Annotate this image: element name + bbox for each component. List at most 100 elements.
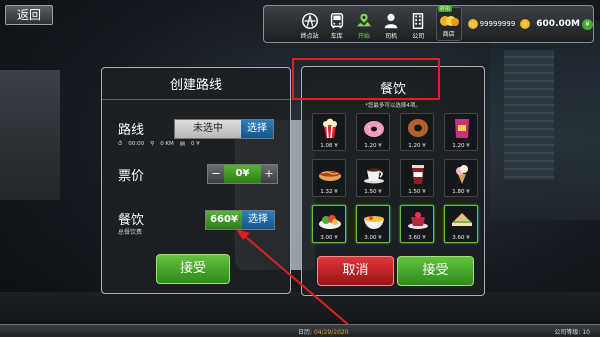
food-price: 1.20 ¥ bbox=[452, 143, 470, 149]
ring-donut-icon bbox=[408, 119, 428, 137]
dessert-icon bbox=[408, 212, 428, 229]
food-label: 餐饮 bbox=[118, 213, 145, 228]
status-bar: 日历: 04/29/2020 公司等级: 10 bbox=[0, 324, 600, 337]
background-building bbox=[0, 70, 60, 200]
food-price: 3.00 ¥ bbox=[364, 235, 382, 241]
annotation-highlight-box bbox=[292, 58, 440, 100]
food-item-popcorn[interactable]: 1.08 ¥ bbox=[312, 113, 346, 151]
food-item-hotdog[interactable]: 1.32 ¥ bbox=[312, 159, 346, 197]
nav-terminal[interactable]: 终点站 bbox=[296, 6, 323, 42]
nav-start-label: 开始 bbox=[357, 33, 370, 40]
donut-icon bbox=[364, 121, 384, 137]
route-info: ⏱ 00:00 ⚲ 0 KM ▤ 0 ¥ bbox=[118, 141, 200, 148]
route-cost: 0 ¥ bbox=[191, 141, 200, 147]
clock-icon: ⏱ bbox=[118, 141, 123, 147]
food-total-label: 总餐饮费 bbox=[118, 229, 143, 236]
ticket-icon: ▤ bbox=[179, 141, 185, 147]
noodles-icon bbox=[364, 216, 384, 229]
food-item-salad[interactable]: 3.00 ¥ bbox=[312, 205, 346, 243]
nav-terminal-label: 终点站 bbox=[300, 33, 319, 40]
food-accept-button[interactable]: 接受 bbox=[397, 256, 474, 286]
building-icon bbox=[413, 13, 424, 29]
ice-cream-icon bbox=[456, 165, 468, 184]
chips-icon bbox=[455, 119, 469, 138]
nav-driver[interactable]: 司机 bbox=[378, 6, 405, 42]
route-time: 00:00 bbox=[128, 141, 145, 147]
money-amount: 600.00M bbox=[536, 19, 580, 29]
salad-icon bbox=[319, 215, 341, 229]
food-item-ring-donut[interactable]: 1.20 ¥ bbox=[400, 113, 434, 151]
route-accept-button[interactable]: 接受 bbox=[156, 254, 230, 284]
shop-button[interactable]: 折扣 商店 bbox=[435, 5, 462, 41]
fare-label: 票价 bbox=[118, 169, 145, 184]
back-button[interactable]: 返回 bbox=[5, 5, 53, 25]
cola-icon bbox=[412, 165, 424, 184]
route-distance: 0 KM bbox=[160, 141, 174, 147]
food-item-chips[interactable]: 1.20 ¥ bbox=[444, 113, 478, 151]
food-panel: 餐饮 *您最多可以选择4项。 1.08 ¥ 1.20 ¥ 1.20 ¥ 1.20… bbox=[301, 66, 485, 296]
currency-display: 99999999 600.00M ¥ bbox=[467, 18, 593, 30]
route-selector: 未选中 选择 bbox=[174, 119, 274, 139]
food-price: 1.50 ¥ bbox=[364, 189, 382, 195]
discount-badge: 折扣 bbox=[437, 5, 452, 12]
date-label: 日历: bbox=[298, 329, 313, 336]
food-select-button[interactable]: 选择 bbox=[242, 211, 274, 229]
fare-plus-button[interactable]: + bbox=[261, 165, 277, 183]
shop-label: 商店 bbox=[442, 31, 455, 38]
food-grid: 1.08 ¥ 1.20 ¥ 1.20 ¥ 1.20 ¥ 1.32 ¥ 1.50 … bbox=[312, 113, 478, 243]
date-value: 04/29/2020 bbox=[313, 329, 349, 336]
food-item-ice-cream[interactable]: 1.80 ¥ bbox=[444, 159, 478, 197]
money-coin-icon bbox=[520, 19, 531, 29]
route-select-button[interactable]: 选择 bbox=[241, 120, 273, 138]
food-selector: 660¥ 选择 bbox=[205, 210, 275, 230]
hotdog-icon bbox=[319, 171, 341, 181]
food-price: 1.08 ¥ bbox=[320, 143, 338, 149]
food-item-noodles[interactable]: 3.00 ¥ bbox=[356, 205, 390, 243]
food-item-dessert[interactable]: 3.60 ¥ bbox=[400, 205, 434, 243]
food-limit-note: *您最多可以选择4项。 bbox=[365, 103, 421, 109]
food-price: 3.60 ¥ bbox=[452, 235, 470, 241]
route-value: 未选中 bbox=[175, 120, 241, 138]
date-display: 日历: 04/29/2020 bbox=[298, 327, 349, 336]
background-city bbox=[490, 20, 600, 220]
coins-count: 99999999 bbox=[479, 20, 516, 28]
sandwich-icon bbox=[452, 213, 472, 226]
create-route-panel: 创建路线 路线 未选中 选择 ⏱ 00:00 ⚲ 0 KM ▤ 0 ¥ 票价 − 0¥… bbox=[101, 67, 291, 294]
yuan-icon: ¥ bbox=[581, 18, 593, 30]
food-price: 1.80 ¥ bbox=[452, 189, 470, 195]
nav-start[interactable]: 开始 bbox=[350, 6, 377, 42]
food-price: 3.60 ¥ bbox=[408, 235, 426, 241]
food-item-sandwich[interactable]: 3.60 ¥ bbox=[444, 205, 478, 243]
food-price: 1.32 ¥ bbox=[320, 189, 338, 195]
food-price: 1.50 ¥ bbox=[408, 189, 426, 195]
food-item-cola[interactable]: 1.50 ¥ bbox=[400, 159, 434, 197]
food-item-donut[interactable]: 1.20 ¥ bbox=[356, 113, 390, 151]
coins-stack-icon bbox=[439, 16, 459, 26]
top-nav-bar: 终点站 车库 开始 司机 公司 折扣 商店 99999999 600.00M ¥ bbox=[263, 5, 594, 43]
terminal-icon bbox=[301, 13, 318, 29]
fare-minus-button[interactable]: − bbox=[208, 165, 224, 183]
company-level: 公司等级: 10 bbox=[554, 329, 590, 336]
coffee-icon bbox=[364, 168, 384, 184]
popcorn-icon bbox=[323, 118, 337, 139]
nav-garage-label: 车库 bbox=[330, 33, 343, 40]
nav-company-label: 公司 bbox=[412, 33, 425, 40]
food-item-coffee[interactable]: 1.50 ¥ bbox=[356, 159, 390, 197]
fare-stepper: − 0¥ + bbox=[207, 164, 278, 184]
distance-icon: ⚲ bbox=[150, 141, 155, 147]
route-panel-title: 创建路线 bbox=[102, 68, 290, 100]
food-total-value: 660¥ bbox=[206, 211, 242, 229]
food-price: 3.00 ¥ bbox=[320, 235, 338, 241]
nav-garage[interactable]: 车库 bbox=[323, 6, 350, 42]
map-pin-icon bbox=[356, 13, 372, 27]
driver-icon bbox=[384, 13, 398, 29]
bus-icon bbox=[330, 13, 343, 29]
fare-value: 0¥ bbox=[224, 165, 261, 183]
nav-company[interactable]: 公司 bbox=[405, 6, 432, 42]
nav-driver-label: 司机 bbox=[385, 33, 398, 40]
route-label: 路线 bbox=[118, 123, 145, 138]
food-price: 1.20 ¥ bbox=[364, 143, 382, 149]
food-price: 1.20 ¥ bbox=[408, 143, 426, 149]
gold-coin-icon bbox=[467, 19, 478, 29]
cancel-button[interactable]: 取消 bbox=[317, 256, 394, 286]
